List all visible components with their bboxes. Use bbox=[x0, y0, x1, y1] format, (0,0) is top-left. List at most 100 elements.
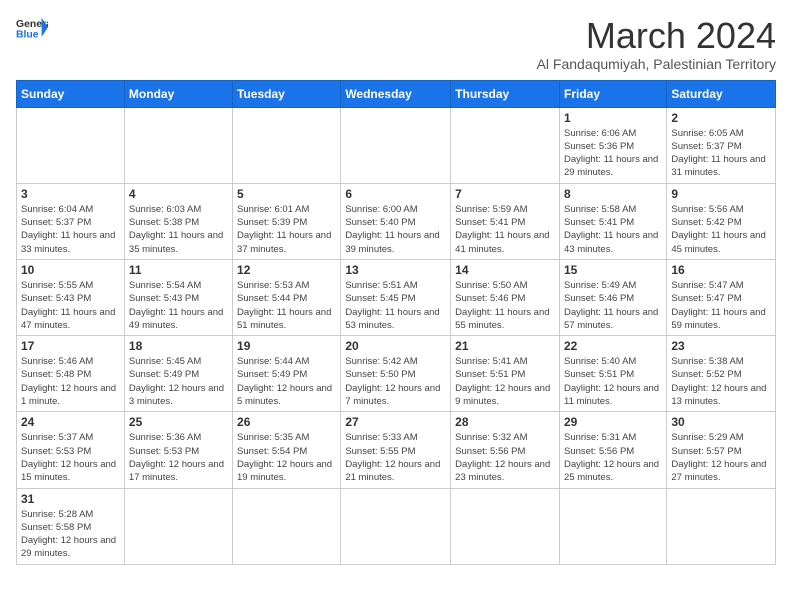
day-number: 1 bbox=[564, 111, 662, 125]
weekday-header-thursday: Thursday bbox=[451, 80, 560, 107]
day-info: Sunrise: 5:37 AM Sunset: 5:53 PM Dayligh… bbox=[21, 431, 120, 484]
day-info: Sunrise: 6:06 AM Sunset: 5:36 PM Dayligh… bbox=[564, 127, 662, 180]
calendar-week-4: 24 Sunrise: 5:37 AM Sunset: 5:53 PM Dayli… bbox=[17, 412, 776, 488]
day-number: 20 bbox=[345, 339, 446, 353]
calendar-cell: 22 Sunrise: 5:40 AM Sunset: 5:51 PM Dayli… bbox=[559, 336, 666, 412]
day-info: Sunrise: 5:29 AM Sunset: 5:57 PM Dayligh… bbox=[671, 431, 771, 484]
calendar-cell: 4Sunrise: 6:03 AM Sunset: 5:38 PM Daylig… bbox=[124, 183, 232, 259]
calendar-cell bbox=[17, 107, 125, 183]
day-info: Sunrise: 5:31 AM Sunset: 5:56 PM Dayligh… bbox=[564, 431, 662, 484]
logo-icon: General Blue bbox=[16, 16, 48, 40]
day-info: Sunrise: 5:41 AM Sunset: 5:51 PM Dayligh… bbox=[455, 355, 555, 408]
day-info: Sunrise: 5:45 AM Sunset: 5:49 PM Dayligh… bbox=[129, 355, 228, 408]
calendar-cell bbox=[451, 488, 560, 564]
weekday-header-friday: Friday bbox=[559, 80, 666, 107]
calendar-cell bbox=[124, 488, 232, 564]
day-info: Sunrise: 5:28 AM Sunset: 5:58 PM Dayligh… bbox=[21, 508, 120, 561]
calendar-cell: 17Sunrise: 5:46 AM Sunset: 5:48 PM Dayli… bbox=[17, 336, 125, 412]
calendar-cell: 27 Sunrise: 5:33 AM Sunset: 5:55 PM Dayli… bbox=[341, 412, 451, 488]
calendar-cell bbox=[124, 107, 232, 183]
weekday-header-sunday: Sunday bbox=[17, 80, 125, 107]
day-number: 28 bbox=[455, 415, 555, 429]
day-number: 30 bbox=[671, 415, 771, 429]
calendar-cell: 16 Sunrise: 5:47 AM Sunset: 5:47 PM Dayli… bbox=[667, 259, 776, 335]
calendar-cell: 8Sunrise: 5:58 AM Sunset: 5:41 PM Daylig… bbox=[559, 183, 666, 259]
day-info: Sunrise: 5:49 AM Sunset: 5:46 PM Dayligh… bbox=[564, 279, 662, 332]
day-number: 29 bbox=[564, 415, 662, 429]
day-number: 27 bbox=[345, 415, 446, 429]
calendar-week-2: 10 Sunrise: 5:55 AM Sunset: 5:43 PM Dayli… bbox=[17, 259, 776, 335]
calendar-week-1: 3 Sunrise: 6:04 AM Sunset: 5:37 PM Daylig… bbox=[17, 183, 776, 259]
day-info: Sunrise: 5:38 AM Sunset: 5:52 PM Dayligh… bbox=[671, 355, 771, 408]
calendar-cell: 6 Sunrise: 6:00 AM Sunset: 5:40 PM Daylig… bbox=[341, 183, 451, 259]
day-number: 9 bbox=[671, 187, 771, 201]
day-number: 31 bbox=[21, 492, 120, 506]
calendar-cell: 14Sunrise: 5:50 AM Sunset: 5:46 PM Dayli… bbox=[451, 259, 560, 335]
calendar-body: 1 Sunrise: 6:06 AM Sunset: 5:36 PM Daylig… bbox=[17, 107, 776, 564]
calendar-cell: 26Sunrise: 5:35 AM Sunset: 5:54 PM Dayli… bbox=[233, 412, 341, 488]
day-number: 5 bbox=[237, 187, 336, 201]
day-info: Sunrise: 5:54 AM Sunset: 5:43 PM Dayligh… bbox=[129, 279, 228, 332]
header: General Blue March 2024 Al Fandaqumiyah,… bbox=[16, 16, 776, 72]
day-info: Sunrise: 5:56 AM Sunset: 5:42 PM Dayligh… bbox=[671, 203, 771, 256]
day-number: 16 bbox=[671, 263, 771, 277]
day-number: 10 bbox=[21, 263, 120, 277]
weekday-header-saturday: Saturday bbox=[667, 80, 776, 107]
calendar-table: SundayMondayTuesdayWednesdayThursdayFrid… bbox=[16, 80, 776, 565]
day-number: 3 bbox=[21, 187, 120, 201]
day-info: Sunrise: 5:50 AM Sunset: 5:46 PM Dayligh… bbox=[455, 279, 555, 332]
calendar-cell: 9 Sunrise: 5:56 AM Sunset: 5:42 PM Daylig… bbox=[667, 183, 776, 259]
day-info: Sunrise: 6:04 AM Sunset: 5:37 PM Dayligh… bbox=[21, 203, 120, 256]
day-info: Sunrise: 6:00 AM Sunset: 5:40 PM Dayligh… bbox=[345, 203, 446, 256]
calendar-cell: 29 Sunrise: 5:31 AM Sunset: 5:56 PM Dayli… bbox=[559, 412, 666, 488]
day-number: 2 bbox=[671, 111, 771, 125]
weekday-header-row: SundayMondayTuesdayWednesdayThursdayFrid… bbox=[17, 80, 776, 107]
calendar-cell: 3 Sunrise: 6:04 AM Sunset: 5:37 PM Daylig… bbox=[17, 183, 125, 259]
calendar-cell: 21 Sunrise: 5:41 AM Sunset: 5:51 PM Dayli… bbox=[451, 336, 560, 412]
weekday-header-tuesday: Tuesday bbox=[233, 80, 341, 107]
day-number: 7 bbox=[455, 187, 555, 201]
day-number: 11 bbox=[129, 263, 228, 277]
title-area: March 2024 Al Fandaqumiyah, Palestinian … bbox=[537, 16, 776, 72]
calendar-cell: 7 Sunrise: 5:59 AM Sunset: 5:41 PM Daylig… bbox=[451, 183, 560, 259]
calendar-cell bbox=[233, 488, 341, 564]
day-info: Sunrise: 5:40 AM Sunset: 5:51 PM Dayligh… bbox=[564, 355, 662, 408]
weekday-header-wednesday: Wednesday bbox=[341, 80, 451, 107]
calendar-cell: 5Sunrise: 6:01 AM Sunset: 5:39 PM Daylig… bbox=[233, 183, 341, 259]
calendar-cell: 20 Sunrise: 5:42 AM Sunset: 5:50 PM Dayli… bbox=[341, 336, 451, 412]
calendar-cell bbox=[341, 107, 451, 183]
calendar-cell: 13Sunrise: 5:51 AM Sunset: 5:45 PM Dayli… bbox=[341, 259, 451, 335]
day-info: Sunrise: 5:59 AM Sunset: 5:41 PM Dayligh… bbox=[455, 203, 555, 256]
calendar-cell: 15Sunrise: 5:49 AM Sunset: 5:46 PM Dayli… bbox=[559, 259, 666, 335]
calendar-cell bbox=[233, 107, 341, 183]
day-number: 18 bbox=[129, 339, 228, 353]
calendar-cell: 2 Sunrise: 6:05 AM Sunset: 5:37 PM Daylig… bbox=[667, 107, 776, 183]
day-info: Sunrise: 5:47 AM Sunset: 5:47 PM Dayligh… bbox=[671, 279, 771, 332]
calendar-cell: 30 Sunrise: 5:29 AM Sunset: 5:57 PM Dayli… bbox=[667, 412, 776, 488]
day-info: Sunrise: 6:05 AM Sunset: 5:37 PM Dayligh… bbox=[671, 127, 771, 180]
day-number: 6 bbox=[345, 187, 446, 201]
day-number: 22 bbox=[564, 339, 662, 353]
day-info: Sunrise: 5:32 AM Sunset: 5:56 PM Dayligh… bbox=[455, 431, 555, 484]
svg-text:Blue: Blue bbox=[16, 30, 39, 40]
calendar-cell bbox=[559, 488, 666, 564]
calendar-cell bbox=[451, 107, 560, 183]
day-info: Sunrise: 5:44 AM Sunset: 5:49 PM Dayligh… bbox=[237, 355, 336, 408]
day-number: 12 bbox=[237, 263, 336, 277]
calendar-cell: 1 Sunrise: 6:06 AM Sunset: 5:36 PM Daylig… bbox=[559, 107, 666, 183]
calendar-cell: 10 Sunrise: 5:55 AM Sunset: 5:43 PM Dayli… bbox=[17, 259, 125, 335]
location-subtitle: Al Fandaqumiyah, Palestinian Territory bbox=[537, 56, 776, 72]
month-title: March 2024 bbox=[537, 16, 776, 56]
calendar-week-0: 1 Sunrise: 6:06 AM Sunset: 5:36 PM Daylig… bbox=[17, 107, 776, 183]
day-number: 24 bbox=[21, 415, 120, 429]
day-number: 25 bbox=[129, 415, 228, 429]
calendar-cell: 23 Sunrise: 5:38 AM Sunset: 5:52 PM Dayli… bbox=[667, 336, 776, 412]
day-info: Sunrise: 5:55 AM Sunset: 5:43 PM Dayligh… bbox=[21, 279, 120, 332]
weekday-header-monday: Monday bbox=[124, 80, 232, 107]
day-info: Sunrise: 5:42 AM Sunset: 5:50 PM Dayligh… bbox=[345, 355, 446, 408]
day-number: 23 bbox=[671, 339, 771, 353]
calendar-cell: 31 Sunrise: 5:28 AM Sunset: 5:58 PM Dayli… bbox=[17, 488, 125, 564]
day-number: 21 bbox=[455, 339, 555, 353]
day-info: Sunrise: 5:33 AM Sunset: 5:55 PM Dayligh… bbox=[345, 431, 446, 484]
day-number: 13 bbox=[345, 263, 446, 277]
